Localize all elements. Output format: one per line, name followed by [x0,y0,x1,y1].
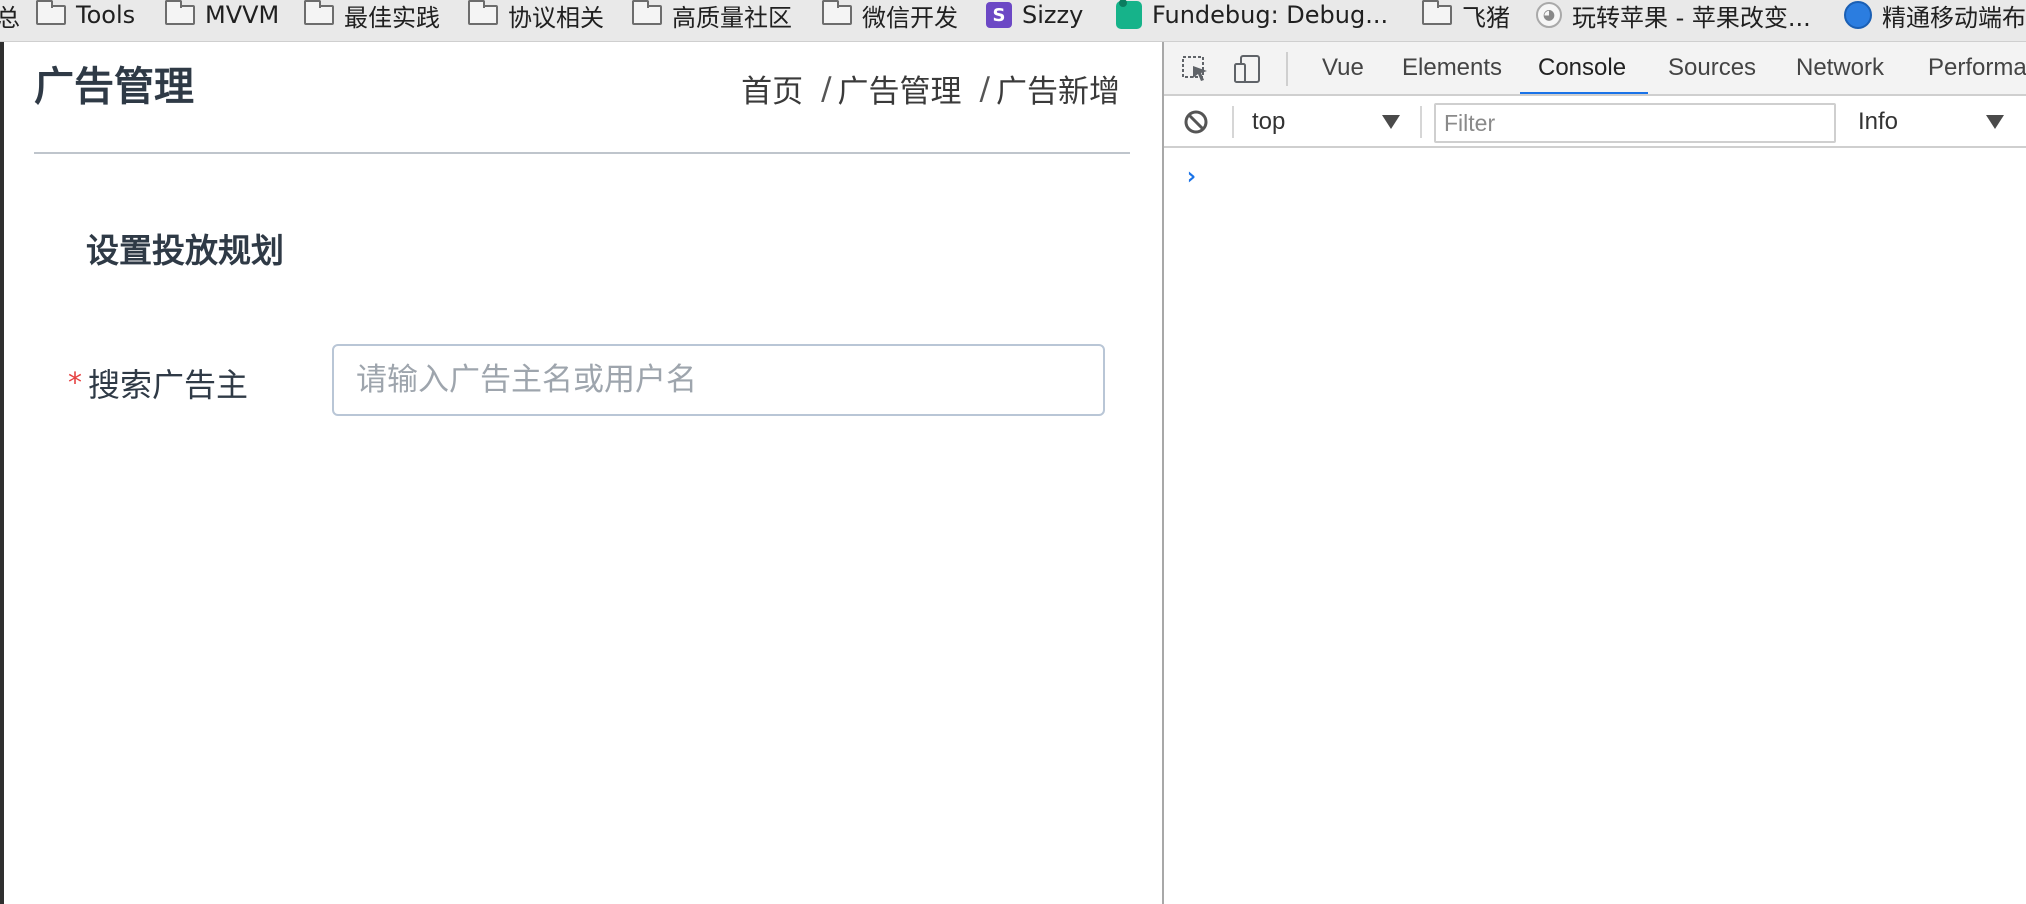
bookmark-label: 玩转苹果 - 苹果改变... [1572,3,1811,32]
bookmark-label: 高质量社区 [672,3,792,32]
bookmark-label: 精通移动端布 [1882,3,2026,32]
header-divider [34,152,1130,154]
console-toolbar: top Info [1164,96,2026,148]
breadcrumb: 首页 / 广告管理 / 广告新增 [741,66,1120,111]
devtools-panel: Vue Elements Console Sources Network Per… [1162,42,2026,904]
bookmark-label: Sizzy [1022,1,1084,29]
bookmark-label: 总 [0,0,20,33]
bookmark-protocols[interactable]: 协议相关 [468,0,604,32]
toolbar-separator [1232,106,1234,138]
bookmark-label: 最佳实践 [344,3,440,32]
breadcrumb-ad-new: 广告新增 [996,74,1120,110]
log-level-select[interactable]: Info [1858,104,2008,140]
bookmark-label: 飞猪 [1462,3,1510,32]
sizzy-icon: S [986,2,1012,28]
bookmark-label: MVVM [205,1,280,29]
advertiser-search-input[interactable] [332,344,1105,416]
bookmark-fundebug[interactable]: Fundebug: Debug... [1116,0,1388,30]
tab-console[interactable]: Console [1538,42,1626,94]
tab-network[interactable]: Network [1796,42,1884,94]
folder-icon [36,0,66,25]
circle-icon [1844,1,1872,29]
required-mark: * [68,366,82,399]
bookmark-label: Fundebug: Debug... [1152,1,1389,29]
console-prompt-icon: › [1184,162,1199,190]
chevron-down-icon [1986,115,2004,129]
breadcrumb-separator: / [979,70,990,107]
advertiser-label: 搜索广告主 [88,366,249,404]
console-output[interactable]: › [1164,148,2026,904]
bookmark-label: Tools [76,1,136,29]
context-select[interactable]: top [1252,104,1412,140]
breadcrumb-home[interactable]: 首页 [741,66,803,111]
bookmark-label: 协议相关 [508,3,604,32]
bookmark-mobile-layout[interactable]: 精通移动端布 [1844,0,2026,32]
bookmark-wechat[interactable]: 微信开发 [822,0,958,32]
section-title: 设置投放规划 [86,231,284,270]
folder-icon [304,0,334,25]
bookmark-label: 微信开发 [862,3,958,32]
breadcrumb-ad-management[interactable]: 广告管理 [838,66,962,111]
form-row-advertiser: * 搜索广告主 [4,344,1166,418]
bookmark-mvvm[interactable]: MVVM [165,0,279,30]
folder-icon [632,0,662,25]
folder-icon [1422,0,1452,25]
log-level-value: Info [1858,108,1899,135]
folder-icon [822,0,852,25]
bookmark-sizzy[interactable]: S Sizzy [986,0,1083,30]
pig-icon: ◕ [1536,2,1562,28]
active-tab-indicator [1520,92,1648,94]
folder-icon [165,0,195,25]
toolbar-separator [1286,52,1288,86]
bookmark-fliggy[interactable]: 飞猪 [1422,0,1510,32]
bookmark-tools[interactable]: Tools [36,0,135,30]
tab-performance[interactable]: Performan [1928,42,2026,94]
tab-elements[interactable]: Elements [1402,42,1502,94]
bookmark-best-practice[interactable]: 最佳实践 [304,0,440,32]
devtools-toolbar: Vue Elements Console Sources Network Per… [1164,42,2026,96]
app-content: 广告管理 首页 / 广告管理 / 广告新增 设置投放规划 * 搜索广告主 [0,42,1162,904]
bookmark-community[interactable]: 高质量社区 [632,0,792,32]
chevron-down-icon [1382,115,1400,129]
page-title: 广告管理 [34,64,194,110]
breadcrumb-separator: / [821,70,832,107]
device-toolbar-icon[interactable] [1232,54,1262,84]
folder-icon [468,0,498,25]
bookmark-apple[interactable]: ◕ 玩转苹果 - 苹果改变... [1536,0,1811,32]
context-value: top [1252,108,1286,135]
toolbar-separator [1420,106,1422,138]
clear-console-icon[interactable] [1182,108,1210,136]
inspect-element-icon[interactable] [1180,54,1210,84]
tab-vue[interactable]: Vue [1322,42,1364,94]
tab-sources[interactable]: Sources [1668,42,1756,94]
bookmark-item-0[interactable]: 总 [0,0,20,33]
console-filter-input[interactable] [1434,103,1836,143]
fundebug-icon [1116,0,1142,29]
bookmarks-bar: 总 Tools MVVM 最佳实践 协议相关 高质量社区 微信开发 S Sizz… [0,0,2026,42]
